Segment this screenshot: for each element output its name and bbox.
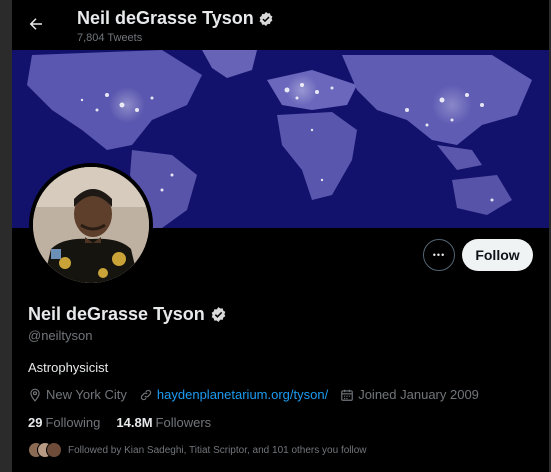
following-count-link[interactable]: 29 Following — [28, 415, 100, 430]
joined-text: Joined January 2009 — [358, 387, 479, 402]
followed-by-row[interactable]: Followed by Kian Sadeghi, Titiat Scripto… — [28, 442, 367, 458]
profile-name: Neil deGrasse Tyson — [28, 304, 205, 324]
location-pin-icon — [28, 388, 42, 402]
avatar-photo — [33, 167, 149, 283]
follow-counts: 29 Following 14.8M Followers — [28, 415, 227, 430]
header-title-block: Neil deGrasse Tyson 7,804 Tweets — [77, 8, 274, 44]
more-icon: ••• — [432, 249, 446, 260]
website-item: haydenplanetarium.org/tyson/ — [139, 387, 328, 402]
followers-count-link[interactable]: 14.8M Followers — [116, 415, 211, 430]
following-count: 29 — [28, 415, 43, 430]
follower-avatar — [46, 442, 62, 458]
follow-button[interactable]: Follow — [462, 239, 533, 271]
profile-bio: Astrophysicist — [28, 360, 109, 375]
follow-button-label: Follow — [475, 247, 520, 263]
profile-name-row: Neil deGrasse Tyson — [28, 304, 227, 325]
followed-by-text: Followed by Kian Sadeghi, Titiat Scripto… — [68, 444, 367, 456]
profile-avatar[interactable] — [29, 163, 153, 287]
arrow-left-icon — [27, 15, 45, 33]
header-title: Neil deGrasse Tyson — [77, 8, 254, 28]
link-icon — [139, 388, 153, 402]
location-item: New York City — [28, 387, 127, 402]
followers-label: Followers — [155, 415, 212, 430]
website-link[interactable]: haydenplanetarium.org/tyson/ — [157, 387, 328, 402]
followers-count: 14.8M — [116, 415, 153, 430]
calendar-icon — [340, 388, 354, 402]
back-button[interactable] — [22, 10, 50, 38]
verified-badge-icon — [258, 11, 274, 27]
more-options-button[interactable]: ••• — [423, 239, 455, 271]
profile-page: Neil deGrasse Tyson 7,804 Tweets ••• Fol… — [12, 0, 549, 472]
following-label: Following — [45, 415, 101, 430]
joined-item: Joined January 2009 — [340, 387, 479, 402]
profile-header-bar: Neil deGrasse Tyson 7,804 Tweets — [12, 0, 549, 50]
profile-handle: @neiltyson — [28, 328, 93, 343]
profile-meta: New York City haydenplanetarium.org/tyso… — [28, 387, 491, 402]
tweet-count: 7,804 Tweets — [77, 32, 143, 44]
follower-avatars — [28, 442, 62, 458]
location-text: New York City — [46, 387, 127, 402]
verified-badge-icon — [210, 306, 227, 323]
